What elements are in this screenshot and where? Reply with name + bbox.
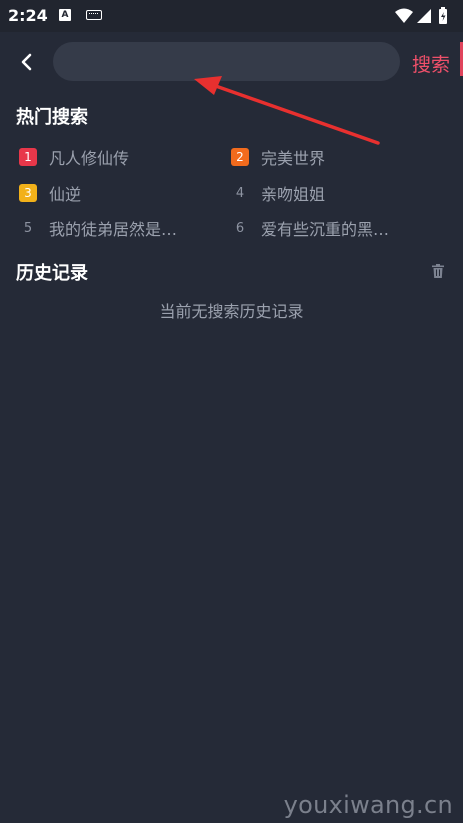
hot-search-label: 仙逆 [49,185,82,204]
hot-search-label: 亲吻姐姐 [261,185,326,204]
hot-search-item[interactable]: 5 我的徒弟居然是… [19,216,209,240]
hot-search-item[interactable]: 4 亲吻姐姐 [231,181,431,205]
status-bar: 2:24 A [0,0,463,32]
hot-search-item[interactable]: 2 完美世界 [231,145,431,169]
wifi-icon [395,8,413,23]
hot-search-item[interactable]: 3 仙逆 [19,181,209,205]
status-time: 2:24 [8,6,48,25]
search-button[interactable]: 搜索 [412,50,450,77]
back-arrow-icon[interactable] [14,50,40,74]
signal-icon [417,9,431,23]
rank-badge: 2 [231,148,249,166]
rank-badge: 1 [19,148,37,166]
keyboard-icon [86,10,102,20]
rank-number: 6 [235,220,245,236]
trash-icon[interactable] [432,264,444,278]
watermark: youxiwang.cn [283,791,453,819]
rank-badge: 3 [19,184,37,202]
hot-search-item[interactable]: 6 爱有些沉重的黑… [231,216,421,240]
rank-number: 4 [235,185,245,201]
hot-search-item[interactable]: 1 凡人修仙传 [19,145,209,169]
search-input[interactable] [53,42,400,81]
notification-a-icon: A [59,9,71,21]
history-title: 历史记录 [16,263,88,284]
hot-search-label: 我的徒弟居然是… [49,220,178,239]
hot-search-label: 爱有些沉重的黑… [261,220,390,239]
hot-search-label: 凡人修仙传 [49,149,130,168]
rank-number: 5 [23,220,33,236]
history-empty-text: 当前无搜索历史记录 [159,302,304,321]
hot-search-title: 热门搜索 [16,107,88,128]
hot-search-label: 完美世界 [261,149,326,168]
status-icons [395,7,447,24]
